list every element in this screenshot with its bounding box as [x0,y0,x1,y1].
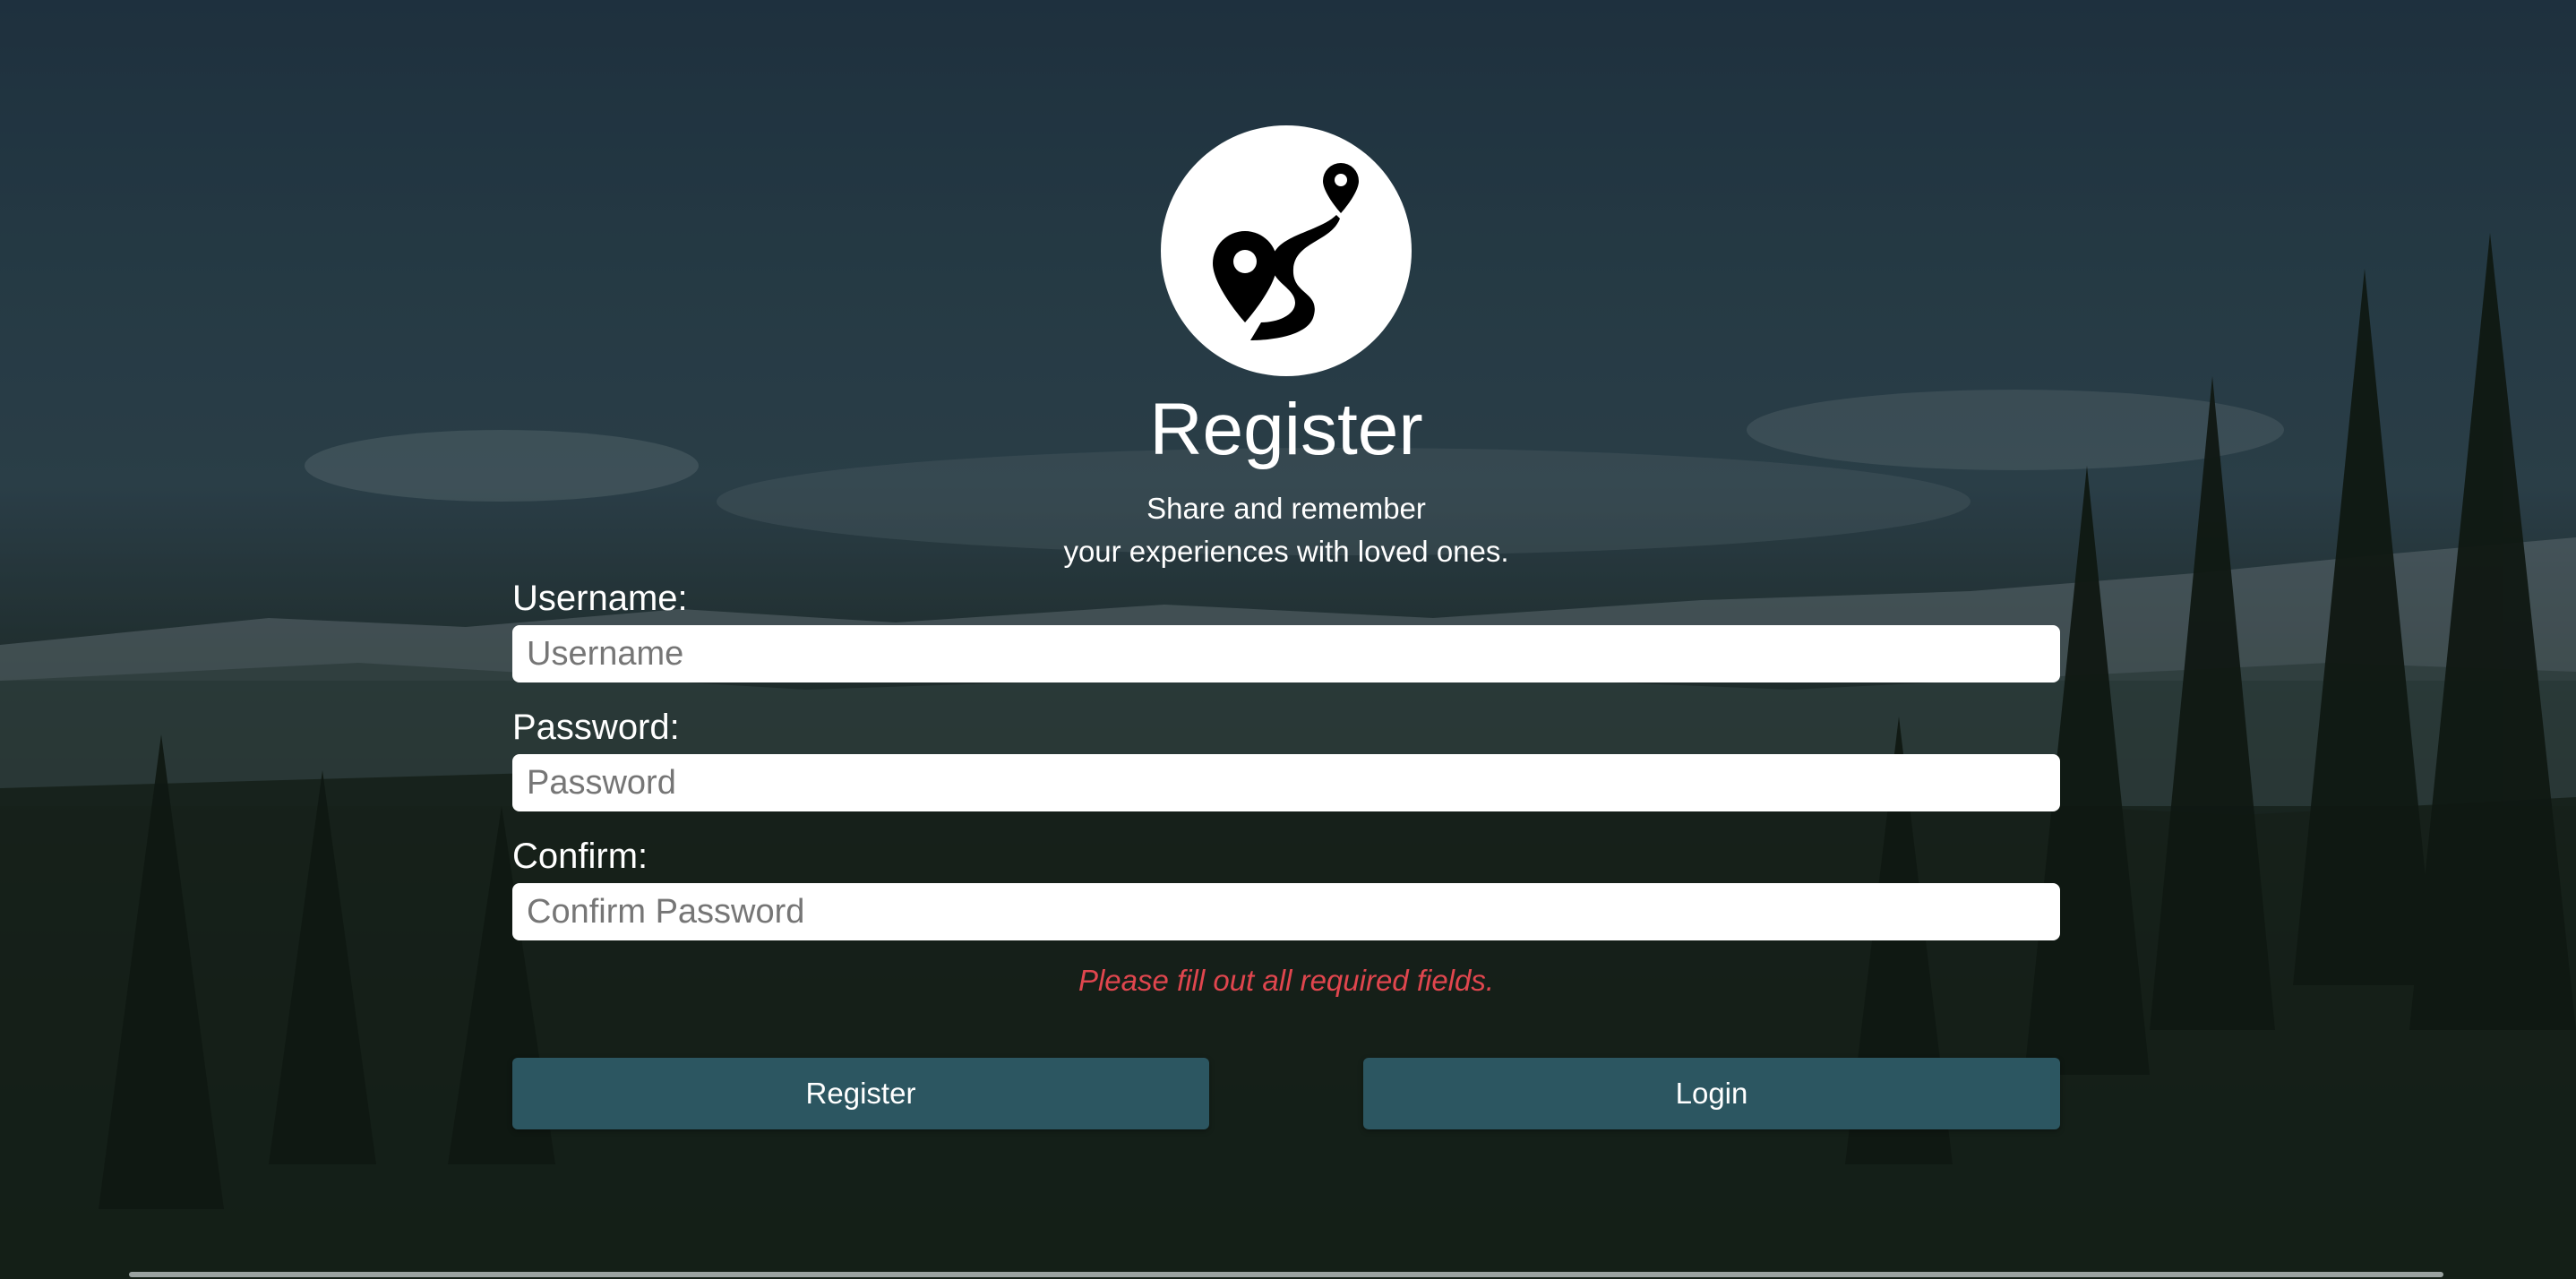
login-button[interactable]: Login [1363,1058,2060,1129]
app-logo [1161,125,1412,376]
register-button[interactable]: Register [512,1058,1209,1129]
horizontal-scrollbar[interactable] [129,1272,2443,1277]
page-title: Register [1149,389,1423,470]
page-subtitle: Share and remember your experiences with… [512,487,2060,573]
register-page: Register Share and remember your experie… [0,0,2576,1279]
username-label: Username: [512,579,688,618]
password-input[interactable] [512,754,2060,811]
subtitle-line-1: Share and remember [1146,492,1426,525]
username-input[interactable] [512,625,2060,682]
error-message: Please fill out all required fields. [1078,964,1495,997]
password-label: Password: [512,708,680,747]
confirm-password-input[interactable] [512,883,2060,940]
subtitle-line-2: your experiences with loved ones. [1063,535,1509,568]
confirm-label: Confirm: [512,837,648,876]
map-route-pins-icon [1213,163,1359,340]
